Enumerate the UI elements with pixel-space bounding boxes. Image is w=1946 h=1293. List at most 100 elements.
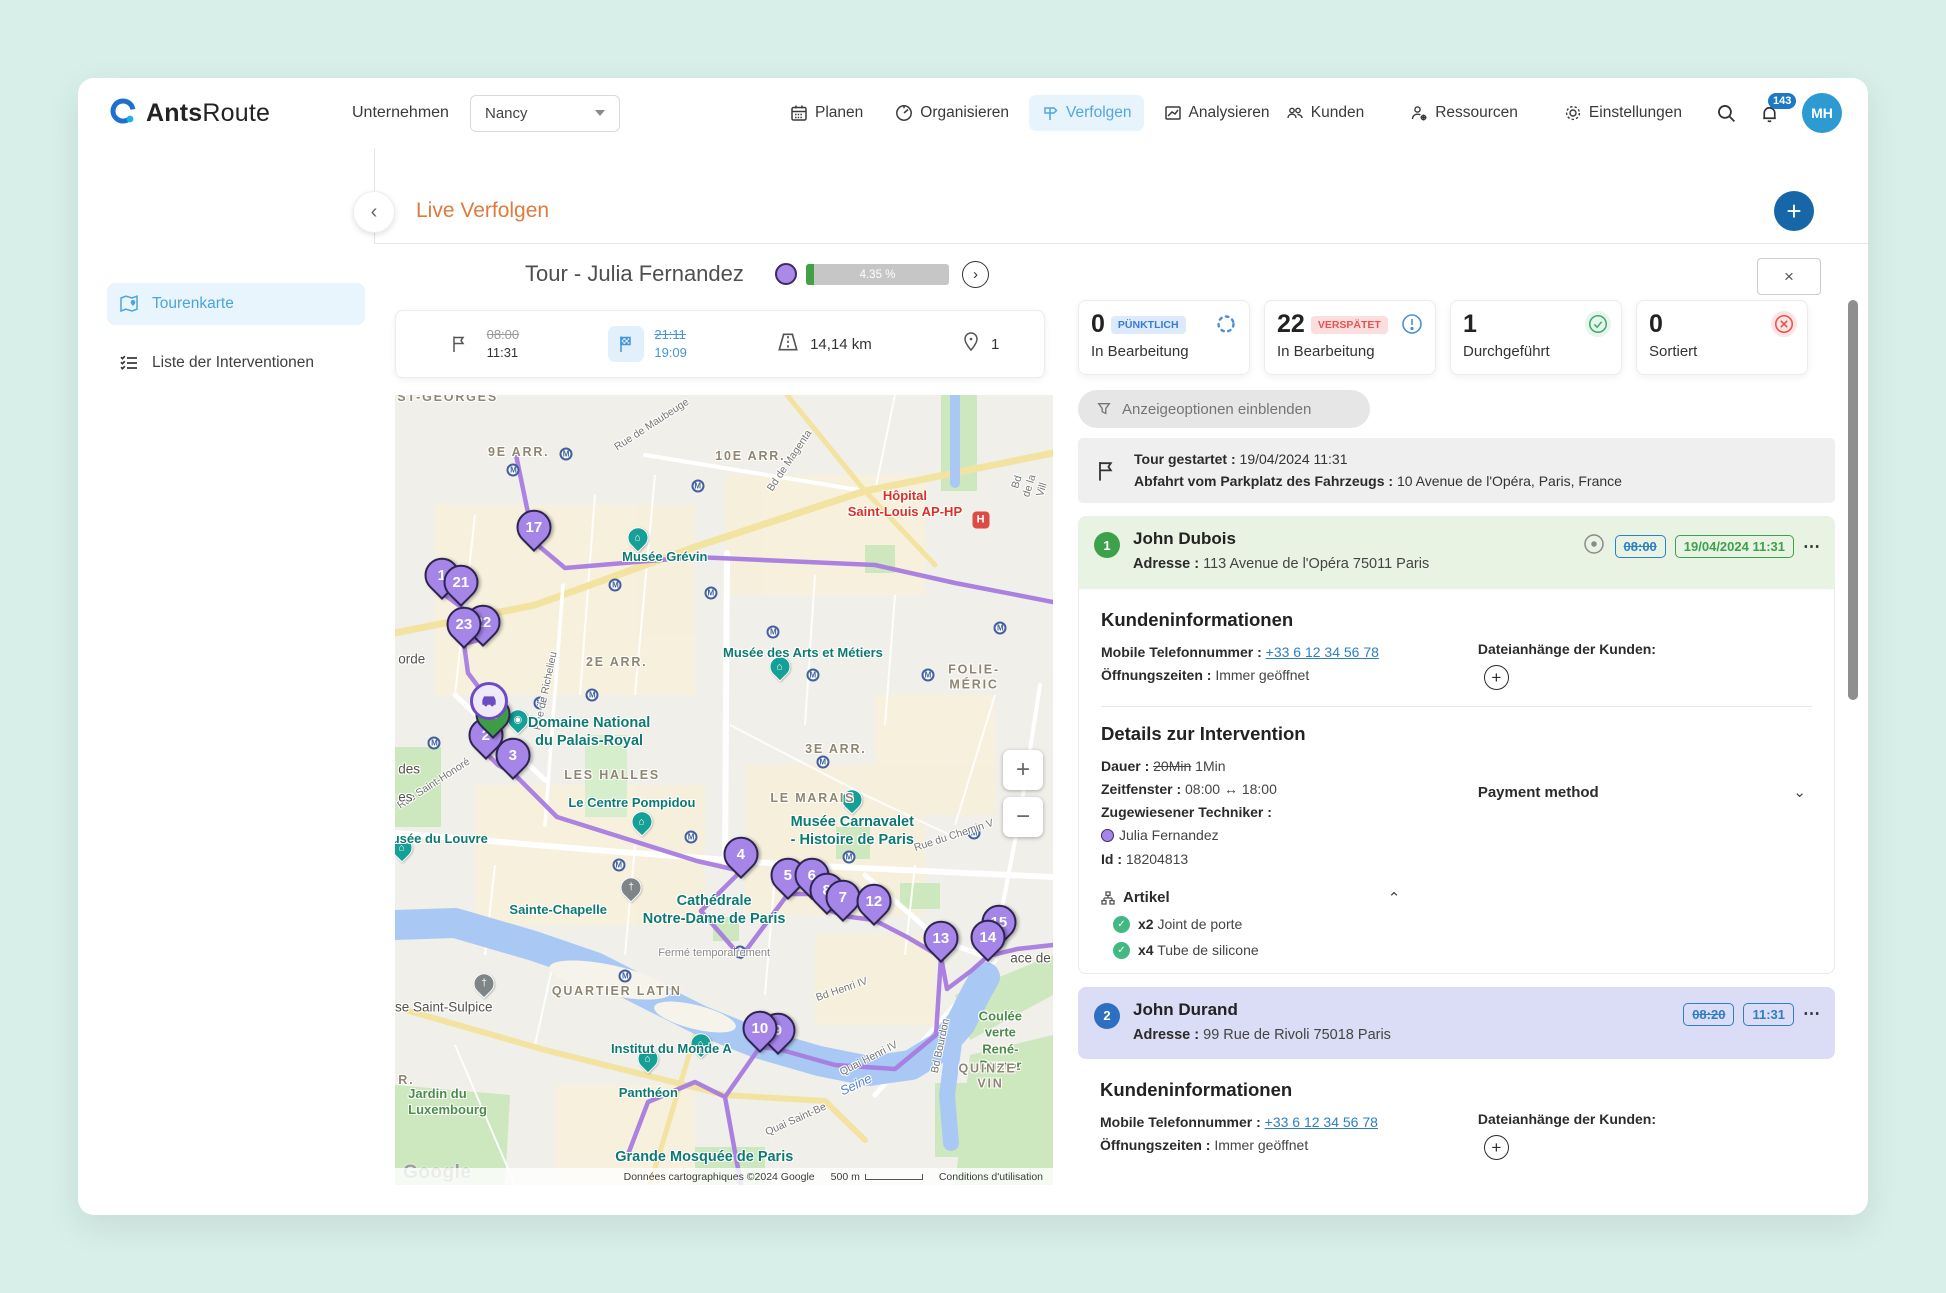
more-options-button[interactable]: ⋯ — [1803, 1004, 1821, 1024]
gear-icon — [1564, 104, 1582, 122]
gauge-icon — [895, 104, 913, 122]
top-navbar: AntsRoute Unternehmen Nancy Planen Organ… — [78, 78, 1868, 148]
main-nav: Planen Organisieren Verfolgen Analysiere… — [778, 95, 1282, 131]
status-card-ontime: 0PÜNKTLICH In Bearbeitung — [1078, 300, 1250, 375]
chevron-up-icon[interactable]: ⌃ — [1388, 889, 1401, 907]
customer-name: John Durand — [1133, 1000, 1391, 1020]
map-label: Musée Carnavalet - Histoire de Paris — [791, 813, 914, 849]
map-label: Musée Grévin — [622, 549, 707, 565]
person-gear-icon — [1410, 104, 1428, 122]
tour-progress-label: 4.35 % — [806, 264, 949, 285]
map-canvas[interactable]: MMMMMMMMMMMMMMMMMMMM⌂⌂⌂⌂⌂⌂⌂◉◉††HST-GEORG… — [395, 395, 1053, 1185]
metro-station-icon: M — [685, 831, 698, 844]
stop-card-1-header[interactable]: 1 John Dubois Adresse : 113 Avenue de l'… — [1078, 516, 1835, 589]
sidebar-item-interventionsliste[interactable]: Liste der Interventionen — [107, 342, 365, 384]
map-label: Sainte-Chapelle — [509, 902, 607, 918]
search-button[interactable] — [1716, 103, 1737, 124]
sidebar-item-tourenkarte[interactable]: Tourenkarte — [107, 283, 365, 325]
next-tour-button[interactable]: › — [962, 261, 989, 288]
add-button[interactable]: + — [1774, 191, 1814, 231]
chart-icon — [1164, 104, 1182, 122]
planned-time-badge: 08:20 — [1683, 1003, 1734, 1026]
start-flag-icon — [441, 326, 477, 362]
map-zoom-controls: + − — [1003, 750, 1043, 837]
map-label: R. — [398, 1073, 414, 1089]
map-label: 2E ARR. — [586, 655, 647, 671]
route-stop-marker-13[interactable]: 13 — [916, 913, 965, 962]
metro-station-icon: M — [609, 578, 622, 591]
map-label: Bd de la Vill — [1008, 469, 1052, 503]
map-label: Bd Bourdon — [929, 1017, 953, 1074]
map-label: ace de — [1010, 951, 1051, 968]
nav-item-analysieren[interactable]: Analysieren — [1152, 95, 1282, 131]
add-attachment-button[interactable]: + — [1484, 1135, 1509, 1160]
map-label: Panthéon — [619, 1084, 678, 1100]
museum-poi-icon: ⌂ — [686, 1029, 716, 1059]
checklist-icon — [119, 353, 139, 373]
check-circle-icon — [1585, 311, 1611, 337]
map-label: Fermé temporairement — [658, 947, 770, 961]
metro-station-icon: M — [843, 851, 856, 864]
status-card-sorted: 0 Sortiert — [1636, 300, 1808, 375]
metro-station-icon: M — [560, 448, 573, 461]
stop-card-2-header[interactable]: 2 John Durand Adresse : 99 Rue de Rivoli… — [1078, 987, 1835, 1060]
phone-link[interactable]: +33 6 12 34 56 78 — [1266, 644, 1379, 660]
display-options-button[interactable]: Anzeigeoptionen einblenden — [1078, 390, 1370, 428]
search-icon — [1716, 103, 1737, 124]
nav-item-planen[interactable]: Planen — [778, 95, 875, 131]
map-label: Quai Henri IV — [838, 1038, 900, 1078]
nav-item-kunden[interactable]: Kunden — [1274, 95, 1376, 131]
close-panel-button[interactable]: × — [1757, 258, 1821, 295]
trip-end-cell: 21:1119:09 — [608, 326, 687, 362]
start-time-actual: 11:31 — [487, 344, 520, 362]
calendar-icon — [790, 104, 808, 122]
route-stop-marker-4[interactable]: 4 — [716, 830, 765, 879]
info-icon — [1399, 311, 1425, 337]
start-time-planned: 08:00 — [487, 326, 520, 344]
payment-method-row[interactable]: Payment method ⌄ — [1478, 783, 1812, 801]
avatar[interactable]: MH — [1802, 93, 1842, 133]
status-badge: PÜNKTLICH — [1111, 316, 1186, 334]
logo[interactable]: AntsRoute — [108, 96, 270, 131]
divider-horizontal — [374, 243, 1868, 244]
company-dropdown[interactable]: Nancy — [470, 95, 620, 132]
estimated-time-badge: 11:31 — [1743, 1003, 1794, 1026]
nav-item-einstellungen[interactable]: Einstellungen — [1552, 95, 1694, 131]
nav-item-organisieren[interactable]: Organisieren — [883, 95, 1021, 131]
trip-stops-count: 1 — [991, 336, 999, 353]
map-label: Rue du Chemin V — [913, 817, 996, 855]
add-attachment-button[interactable]: + — [1484, 665, 1509, 690]
people-icon — [1286, 104, 1304, 122]
zoom-out-button[interactable]: − — [1003, 797, 1043, 837]
panel-scrollbar[interactable] — [1848, 300, 1858, 700]
status-cards: 0PÜNKTLICH In Bearbeitung 22VERSPÄTET In… — [1078, 300, 1808, 375]
nav-item-verfolgen[interactable]: Verfolgen — [1029, 95, 1144, 131]
route-stop-marker-17[interactable]: 17 — [509, 502, 558, 551]
trip-stops-cell: 1 — [961, 331, 999, 358]
metro-station-icon: M — [704, 586, 717, 599]
logo-icon — [108, 96, 138, 131]
nav-item-ressourcen[interactable]: Ressourcen — [1398, 95, 1530, 131]
notifications-button[interactable]: 143 — [1759, 102, 1780, 124]
map-pin-icon — [961, 331, 981, 358]
cross-circle-icon — [1771, 311, 1797, 337]
target-icon[interactable] — [1582, 532, 1606, 561]
customer-address: 113 Avenue de l'Opéra 75011 Paris — [1203, 556, 1429, 572]
route-stop-marker-12[interactable]: 12 — [849, 876, 898, 925]
more-options-button[interactable]: ⋯ — [1803, 537, 1821, 557]
stop-number-badge: 2 — [1094, 1003, 1120, 1029]
phone-link[interactable]: +33 6 12 34 56 78 — [1265, 1114, 1378, 1130]
map-terms-link[interactable]: Conditions d'utilisation — [939, 1171, 1043, 1183]
articles-header[interactable]: Artikel ⌃ — [1101, 889, 1812, 907]
church-poi-icon: † — [616, 873, 646, 903]
metro-station-icon: M — [816, 756, 829, 769]
map-label: ST-GEORGES — [397, 395, 498, 406]
intervention-id: 18204813 — [1126, 851, 1188, 867]
zoom-in-button[interactable]: + — [1003, 750, 1043, 790]
collapse-panel-button[interactable]: ‹ — [353, 191, 395, 233]
vehicle-marker[interactable] — [470, 682, 508, 720]
tour-color-dot — [775, 263, 797, 285]
signpost-icon — [1041, 104, 1059, 122]
metro-station-icon: M — [586, 689, 599, 702]
hospital-icon: H — [972, 511, 989, 528]
